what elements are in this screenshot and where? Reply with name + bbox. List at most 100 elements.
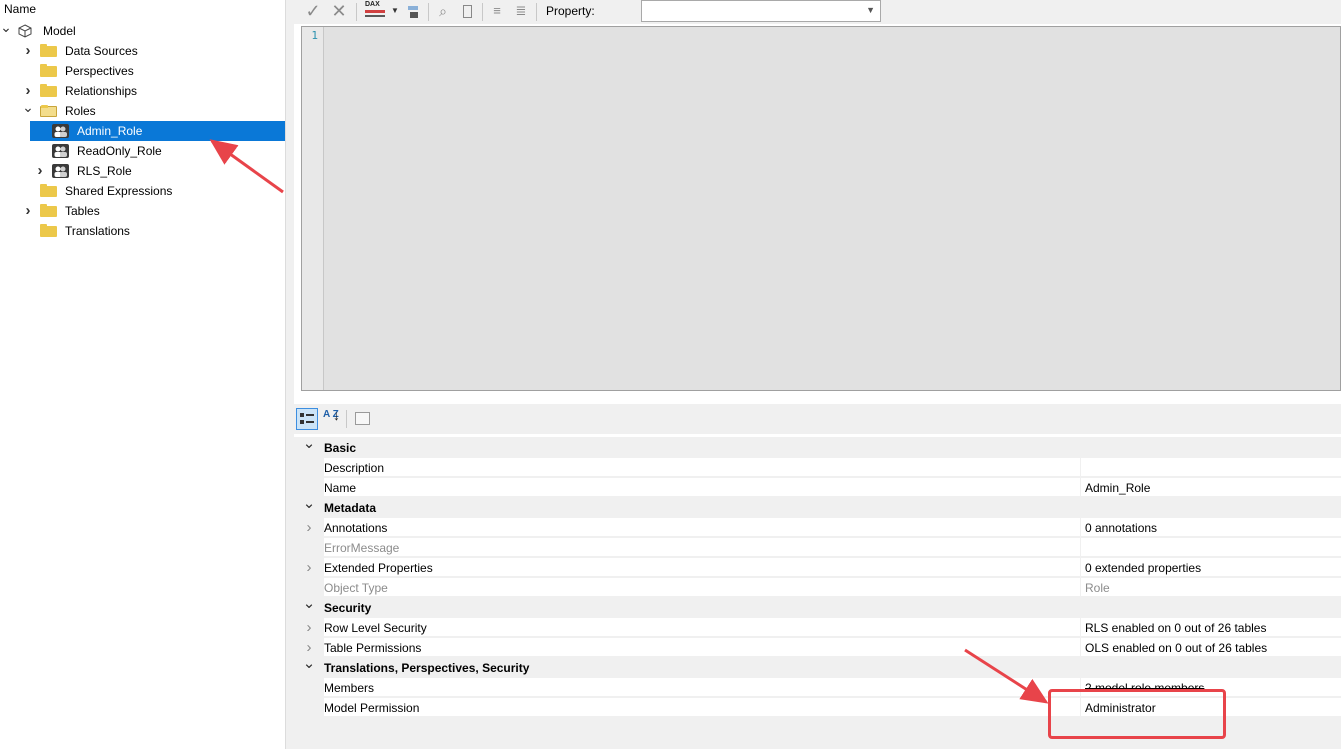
tree-node-shared-expressions[interactable]: Shared Expressions [0, 181, 285, 201]
tree-node-rls-role[interactable]: › RLS_Role [0, 161, 285, 181]
chevron-down-icon[interactable]: ⌄ [0, 17, 12, 37]
property-value[interactable]: 0 extended properties [1081, 558, 1341, 577]
property-value [1081, 658, 1341, 677]
dax-dropdown-arrow-icon[interactable]: ▼ [390, 0, 400, 24]
property-value[interactable] [1081, 538, 1341, 557]
property-name: Table Permissions [324, 638, 1080, 657]
property-row-table-permissions[interactable]: › Table Permissions OLS enabled on 0 out o… [294, 638, 1341, 658]
chevron-right-icon[interactable]: › [34, 161, 46, 181]
chevron-down-icon[interactable]: ⌄ [22, 97, 34, 117]
property-value[interactable]: Admin_Role [1081, 478, 1341, 497]
role-icon [52, 144, 69, 158]
replace-icon[interactable] [458, 0, 476, 24]
property-name: ErrorMessage [324, 538, 1080, 557]
toolbar-separator [428, 3, 429, 21]
property-value [1081, 498, 1341, 517]
property-category-security[interactable]: ⌄ Security [294, 595, 1341, 618]
property-row-annotations[interactable]: › Annotations 0 annotations [294, 518, 1341, 538]
property-row-description[interactable]: Description [294, 458, 1341, 478]
property-name: Name [324, 478, 1080, 497]
tree-node-label: Tables [65, 204, 100, 218]
property-category-translations-perspectives-security[interactable]: ⌄ Translations, Perspectives, Security [294, 655, 1341, 678]
uncomment-lines-icon[interactable]: ≣ [512, 0, 530, 24]
tree-node-model[interactable]: ⌄ Model [0, 19, 285, 41]
model-cube-icon [18, 24, 32, 38]
model-tree-panel: Name ⌄ Model › Data Sources Perspectives › Rel… [0, 0, 285, 749]
tree-node-admin-role[interactable]: Admin_Role [30, 121, 285, 141]
toolbar-separator [346, 410, 347, 428]
property-value[interactable]: 0 annotations [1081, 518, 1341, 537]
property-name: Model Permission [324, 698, 1080, 717]
property-dropdown[interactable]: ▼ [641, 0, 881, 22]
chevron-down-icon[interactable]: ⌄ [302, 434, 316, 454]
chevron-down-icon[interactable]: ⌄ [302, 654, 316, 674]
comment-lines-icon[interactable]: ≡ [488, 0, 506, 24]
expression-editor[interactable]: 1 [301, 26, 1341, 391]
property-name: Annotations [324, 518, 1080, 537]
tree-node-perspectives[interactable]: Perspectives [0, 61, 285, 81]
toolbar-separator [536, 3, 537, 21]
tree-node-label: RLS_Role [77, 164, 132, 178]
property-category-basic[interactable]: ⌄ Basic [294, 435, 1341, 458]
accept-icon[interactable]: ✓ [304, 0, 322, 24]
chevron-down-icon[interactable]: ⌄ [302, 594, 316, 614]
property-name: Members [324, 678, 1080, 697]
tree-node-label: Roles [65, 104, 96, 118]
property-row-extended-properties[interactable]: › Extended Properties 0 extended propertie… [294, 558, 1341, 578]
property-label: Property: [546, 4, 595, 18]
move-up-icon[interactable] [404, 0, 422, 24]
property-grid-toolbar: A Z ↓ [294, 404, 1341, 434]
property-row-row-level-security[interactable]: › Row Level Security RLS enabled on 0 out … [294, 618, 1341, 638]
chevron-right-icon[interactable]: › [22, 201, 34, 221]
vertical-splitter[interactable] [285, 0, 294, 749]
property-name: Extended Properties [324, 558, 1080, 577]
chevron-down-icon[interactable]: ⌄ [302, 494, 316, 514]
dax-icon: DAX [365, 1, 380, 8]
tree-column-header: Name [4, 2, 37, 16]
folder-open-icon [40, 105, 57, 117]
find-icon[interactable]: ⌕ [434, 0, 452, 24]
folder-icon [40, 184, 57, 197]
role-icon [52, 164, 69, 178]
folder-icon [40, 44, 57, 57]
tree-node-tables[interactable]: › Tables [0, 201, 285, 221]
property-value[interactable]: OLS enabled on 0 out of 26 tables [1081, 638, 1341, 657]
property-pages-icon[interactable] [352, 408, 374, 430]
property-name: Security [324, 598, 1080, 617]
dax-red-bar-icon [365, 10, 385, 13]
property-value [1081, 438, 1341, 457]
chevron-right-icon[interactable]: › [302, 518, 316, 538]
annotation-highlight-box [1048, 689, 1226, 739]
property-row-errormessage[interactable]: ErrorMessage [294, 538, 1341, 558]
tree-node-label: ReadOnly_Role [77, 144, 162, 158]
property-name: Translations, Perspectives, Security [324, 658, 1080, 677]
property-value[interactable] [1081, 458, 1341, 477]
property-name: Object Type [324, 578, 1080, 597]
property-name: Basic [324, 438, 1080, 457]
dax-format-button[interactable]: DAX [364, 0, 388, 24]
property-row-object-type[interactable]: Object Type Role [294, 578, 1341, 598]
property-value[interactable]: Role [1081, 578, 1341, 597]
cancel-icon[interactable]: ✕ [330, 0, 348, 24]
tree-node-label: Model [43, 24, 76, 38]
alphabetical-icon[interactable]: A Z ↓ [320, 408, 342, 430]
property-name: Description [324, 458, 1080, 477]
tree-node-data-sources[interactable]: › Data Sources [0, 41, 285, 61]
property-value [1081, 598, 1341, 617]
categorized-icon[interactable] [296, 408, 318, 430]
role-icon [52, 124, 69, 138]
folder-icon [40, 84, 57, 97]
chevron-right-icon[interactable]: › [22, 41, 34, 61]
toolbar-separator [356, 3, 357, 21]
property-value[interactable]: RLS enabled on 0 out of 26 tables [1081, 618, 1341, 637]
tree-node-label: Admin_Role [77, 124, 143, 138]
tree-node-relationships[interactable]: › Relationships [0, 81, 285, 101]
tree-node-roles[interactable]: ⌄ Roles [0, 99, 285, 121]
property-category-metadata[interactable]: ⌄ Metadata [294, 495, 1341, 518]
chevron-right-icon[interactable]: › [302, 558, 316, 578]
toolbar-separator [482, 3, 483, 21]
chevron-right-icon[interactable]: › [302, 618, 316, 638]
tree-node-readonly-role[interactable]: ReadOnly_Role [0, 141, 285, 161]
tree-node-translations[interactable]: Translations [0, 221, 285, 241]
property-row-name[interactable]: Name Admin_Role [294, 478, 1341, 498]
